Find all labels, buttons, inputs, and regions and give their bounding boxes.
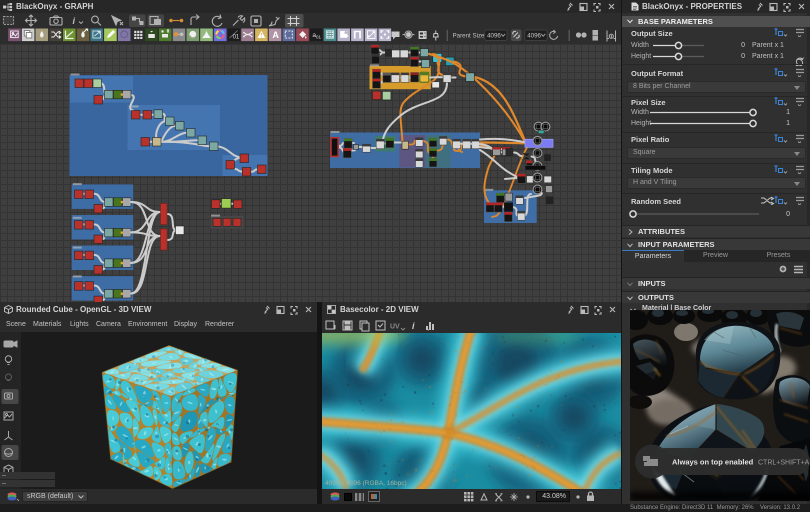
svg-text:A: A xyxy=(272,30,279,40)
svg-text:Always on top enabled: Always on top enabled xyxy=(672,458,754,467)
svg-text:CTRL+SHIFT+A: CTRL+SHIFT+A xyxy=(758,460,810,467)
svg-text:01: 01 xyxy=(233,35,240,41)
svg-text:4096: 4096 xyxy=(527,33,541,40)
svg-text:Parent Size:: Parent Size: xyxy=(453,32,487,39)
svg-text:4096: 4096 xyxy=(487,33,501,40)
svg-text:i: i xyxy=(73,16,76,26)
svg-text:UV: UV xyxy=(390,324,400,331)
svg-text:i: i xyxy=(412,321,415,331)
